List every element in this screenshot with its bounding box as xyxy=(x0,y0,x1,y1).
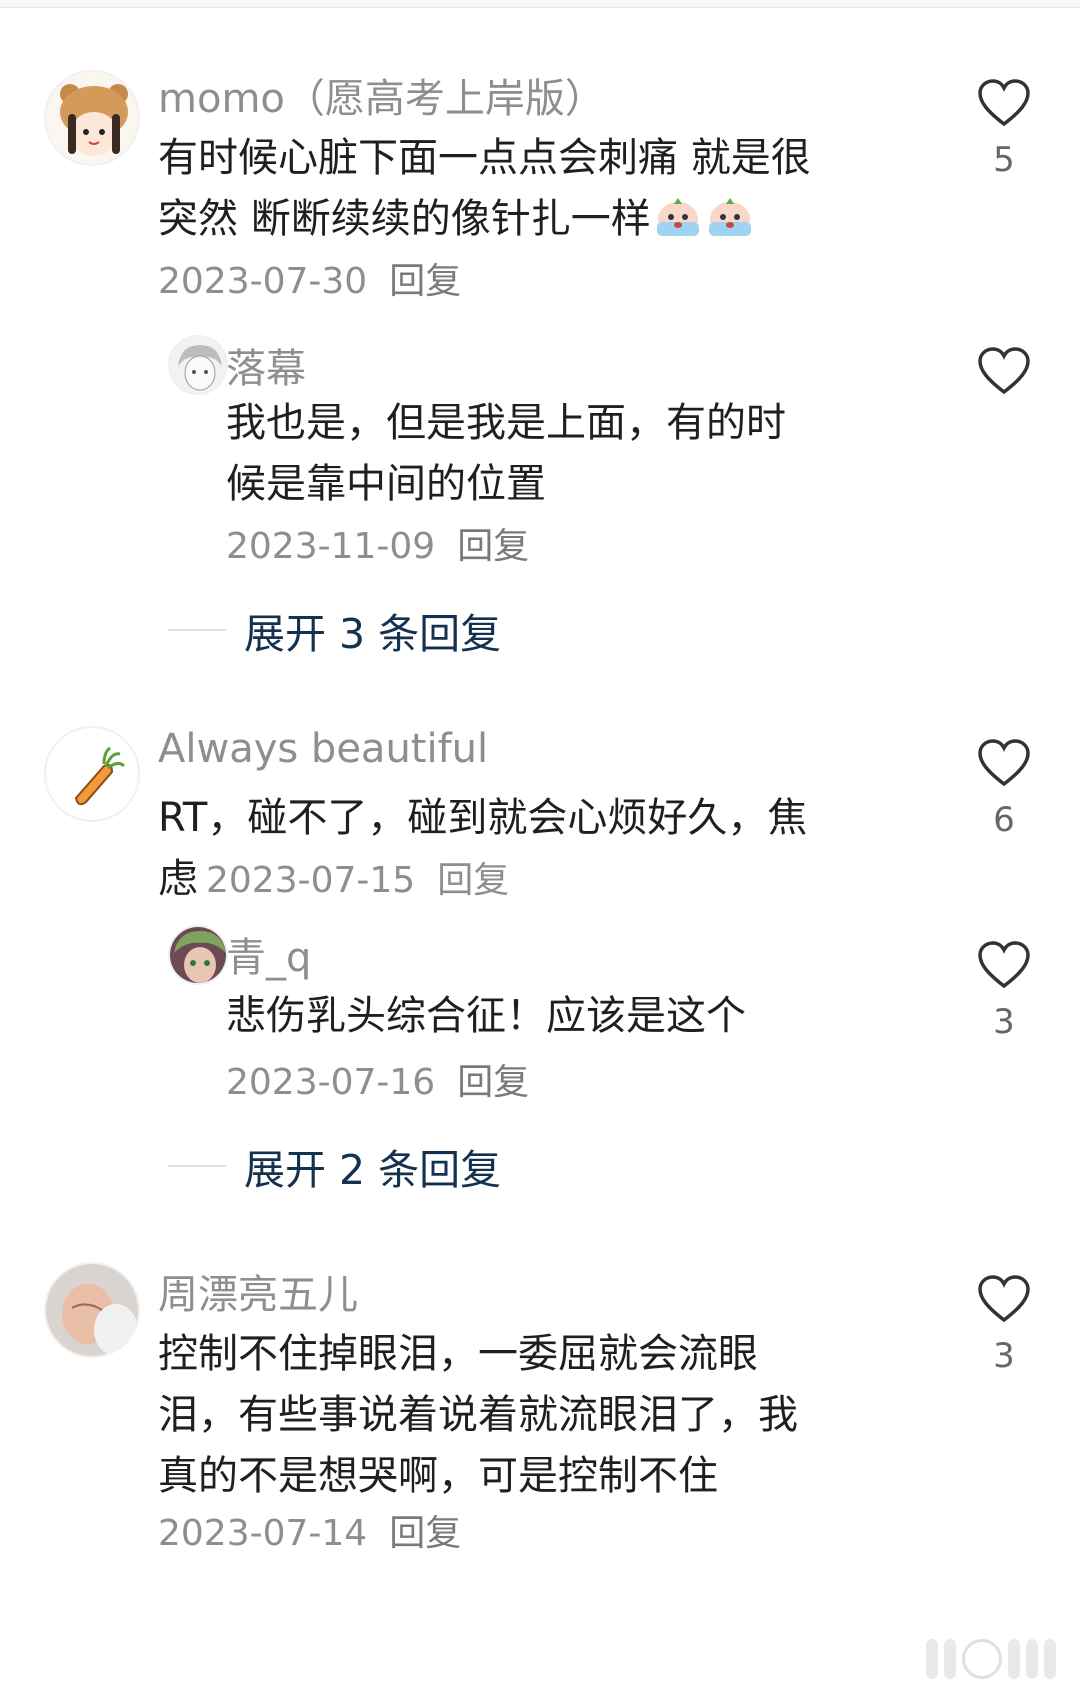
reply-text: 悲伤乳头综合征！应该是这个 xyxy=(226,986,866,1047)
reply-text: 我也是，但是我是上面，有的时 候是靠中间的位置 xyxy=(226,393,866,515)
reply-meta: 2023-07-16 回复 xyxy=(226,1053,529,1105)
reply-button[interactable]: 回复 xyxy=(389,1513,461,1554)
comment-username[interactable]: 周漂亮五儿 xyxy=(158,1262,358,1320)
watermark-circle xyxy=(962,1639,1002,1679)
heart-icon xyxy=(978,79,1030,127)
reply-text-line: 我也是，但是我是上面，有的时 xyxy=(226,400,786,446)
crying-emoji-icon xyxy=(708,198,751,236)
heart-icon xyxy=(978,347,1030,395)
avatar[interactable] xyxy=(168,335,228,395)
heart-icon xyxy=(978,739,1030,787)
like-count: 3 xyxy=(993,1336,1015,1376)
comment-text-line: 虑 2023-07-15 回复 xyxy=(158,849,878,911)
comment-text: RT，碰不了，碰到就会心烦好久，焦 虑 2023-07-15 回复 xyxy=(158,788,878,911)
watermark-bar xyxy=(944,1639,956,1679)
baby-photo-avatar-icon xyxy=(46,1264,138,1356)
comment-text: 有时候心脏下面一点点会刺痛 就是很 突然 断断续续的像针扎一样 xyxy=(158,128,878,250)
reply-button[interactable]: 回复 xyxy=(389,261,461,302)
watermark-bar xyxy=(926,1639,938,1679)
like-button[interactable]: 3 xyxy=(972,1274,1036,1376)
heart-icon xyxy=(978,1275,1030,1323)
avatar[interactable] xyxy=(44,726,140,822)
heart-icon xyxy=(978,941,1030,989)
comment-text-line: RT，碰不了，碰到就会心烦好久，焦 xyxy=(158,795,808,841)
expand-replies-button[interactable]: 展开 2 条回复 xyxy=(168,1136,501,1196)
green-hair-avatar-icon xyxy=(170,927,226,983)
top-divider xyxy=(0,0,1080,8)
comment-date: 2023-07-15 xyxy=(206,860,416,901)
bear-hat-girl-avatar-icon xyxy=(46,72,138,164)
comment-text-span: 突然 断断续续的像针扎一样 xyxy=(158,196,651,242)
comment-username[interactable]: Always beautiful xyxy=(158,726,488,772)
watermark-bar xyxy=(1044,1639,1056,1679)
reply-button[interactable]: 回复 xyxy=(457,526,529,567)
avatar[interactable] xyxy=(44,1262,140,1358)
comment-date: 2023-07-30 xyxy=(158,261,368,302)
like-button[interactable]: 6 xyxy=(972,738,1036,840)
comment-meta: 2023-07-14 回复 xyxy=(158,1504,461,1556)
comment-text-span: 虑 xyxy=(158,856,198,902)
reply-button[interactable]: 回复 xyxy=(437,860,509,901)
like-button[interactable] xyxy=(972,346,1036,396)
reply-meta: 2023-11-09 回复 xyxy=(226,517,529,569)
reply-date: 2023-11-09 xyxy=(226,526,436,567)
comment-meta: 2023-07-15 回复 xyxy=(206,860,509,901)
watermark xyxy=(926,1639,1056,1679)
comment-text-line: 泪，有些事说着说着就流眼泪了，我 xyxy=(158,1392,798,1438)
watermark-bar xyxy=(1008,1639,1020,1679)
comment-username[interactable]: momo（愿高考上岸版） xyxy=(158,66,605,124)
crying-emoji-icon xyxy=(656,198,699,236)
comment-text-line: 控制不住掉眼泪，一委屈就会流眼 xyxy=(158,1331,758,1377)
expand-divider xyxy=(168,629,226,631)
expand-replies-label: 展开 3 条回复 xyxy=(244,610,502,658)
expand-replies-button[interactable]: 展开 3 条回复 xyxy=(168,600,501,660)
reply-username[interactable]: 青_q xyxy=(226,925,311,983)
reply-username[interactable]: 落幕 xyxy=(226,336,306,394)
carrot-avatar-icon xyxy=(46,728,138,820)
comment-text-line: 真的不是想哭啊，可是控制不住 xyxy=(158,1453,718,1499)
comment-meta: 2023-07-30 回复 xyxy=(158,252,461,304)
reply-text-line: 候是靠中间的位置 xyxy=(226,461,546,507)
comment-text-line: 有时候心脏下面一点点会刺痛 就是很 xyxy=(158,135,811,181)
like-button[interactable]: 5 xyxy=(972,78,1036,180)
like-count: 3 xyxy=(993,1002,1015,1042)
like-button[interactable]: 3 xyxy=(972,940,1036,1042)
reply-text-line: 悲伤乳头综合征！应该是这个 xyxy=(226,993,746,1039)
like-count: 5 xyxy=(993,140,1015,180)
watermark-bar xyxy=(1026,1639,1038,1679)
reply-date: 2023-07-16 xyxy=(226,1062,436,1103)
comment-text: 控制不住掉眼泪，一委屈就会流眼 泪，有些事说着说着就流眼泪了，我 真的不是想哭啊… xyxy=(158,1324,878,1507)
expand-replies-label: 展开 2 条回复 xyxy=(244,1146,502,1194)
comment-text-line: 突然 断断续续的像针扎一样 xyxy=(158,189,878,250)
reply-button[interactable]: 回复 xyxy=(457,1062,529,1103)
comment-date: 2023-07-14 xyxy=(158,1513,368,1554)
avatar[interactable] xyxy=(44,70,140,166)
avatar[interactable] xyxy=(168,925,228,985)
expand-divider xyxy=(168,1165,226,1167)
anime-sketch-avatar-icon xyxy=(170,337,226,393)
like-count: 6 xyxy=(993,800,1015,840)
